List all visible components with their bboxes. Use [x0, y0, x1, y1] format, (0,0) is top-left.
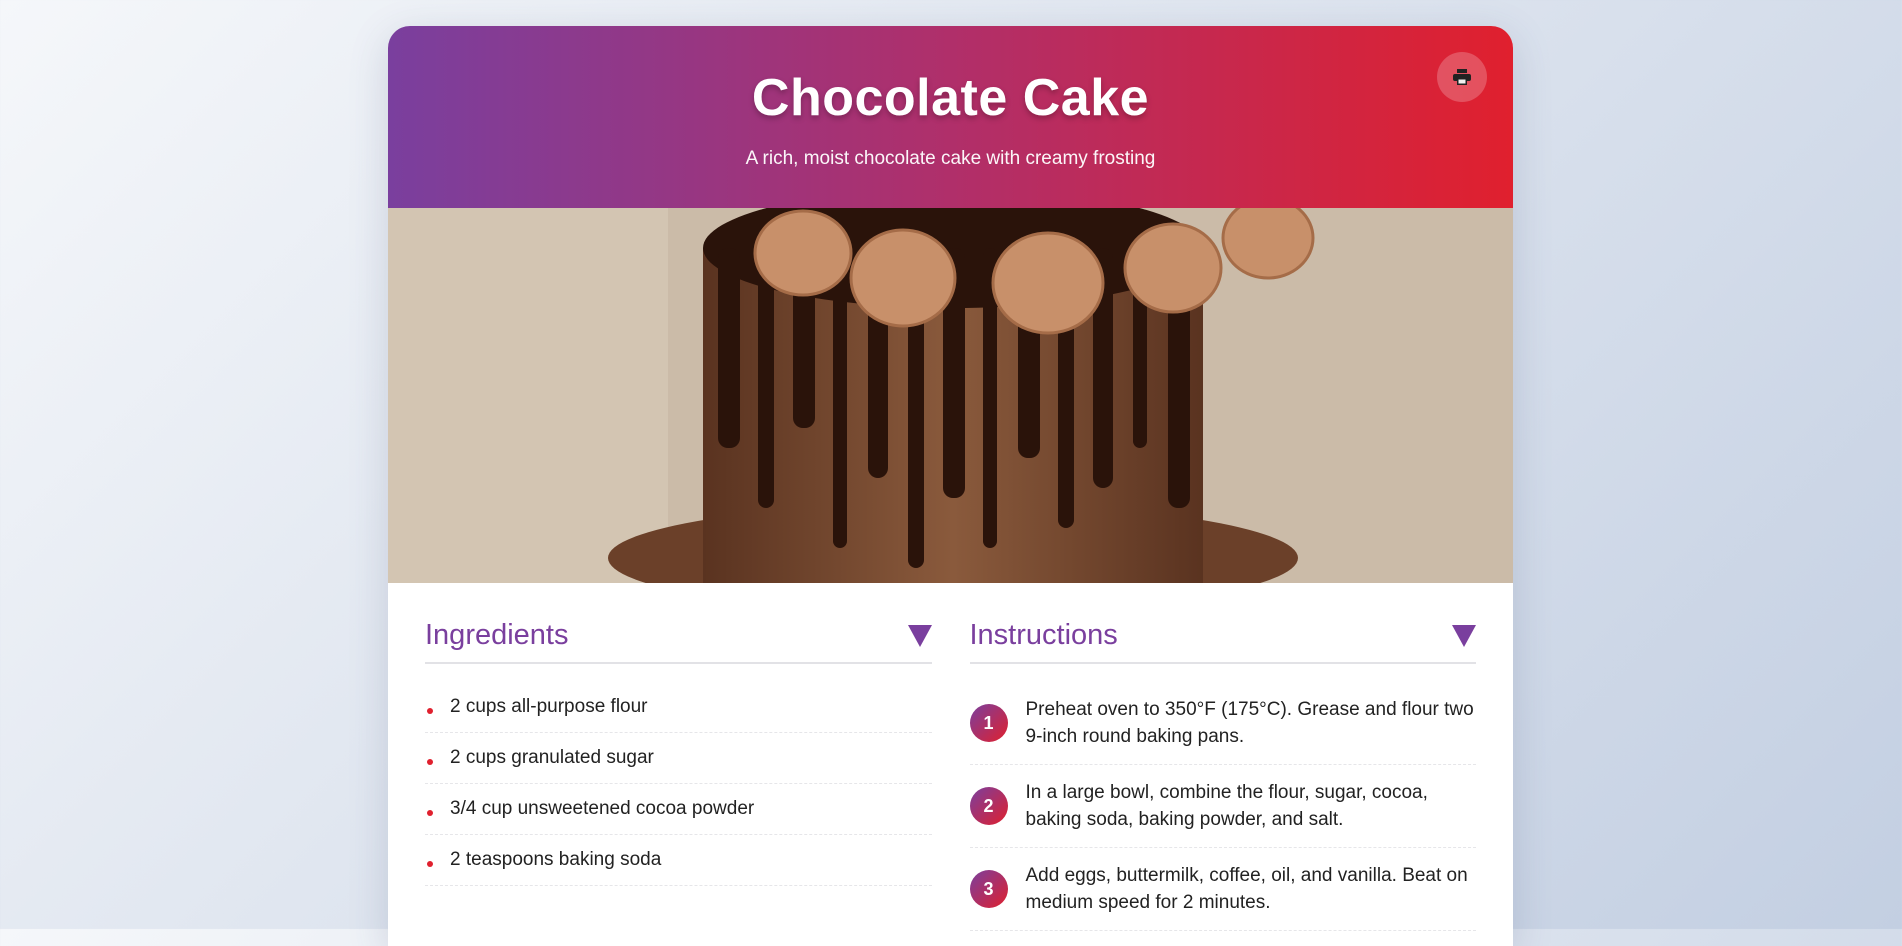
ingredient-list: 2 cups all-purpose flour 2 cups granulat… — [425, 682, 932, 886]
instructions-section: Instructions 1 Preheat oven to 350°F (17… — [969, 619, 1476, 931]
step-number: 2 — [969, 787, 1008, 825]
ingredients-header[interactable]: Ingredients — [425, 619, 932, 664]
instruction-step: 1 Preheat oven to 350°F (175°C). Grease … — [969, 682, 1476, 765]
instructions-heading: Instructions — [969, 619, 1118, 651]
printer-icon — [1453, 69, 1471, 85]
step-text: Preheat oven to 350°F (175°C). Grease an… — [1025, 699, 1474, 747]
instructions-header[interactable]: Instructions — [969, 619, 1476, 664]
triangle-down-icon[interactable] — [907, 624, 932, 647]
instruction-list: 1 Preheat oven to 350°F (175°C). Grease … — [969, 682, 1476, 931]
recipe-title: Chocolate Cake — [751, 69, 1150, 127]
recipe-header: Chocolate Cake A rich, moist chocolate c… — [388, 26, 1513, 208]
step-text: Add eggs, buttermilk, coffee, oil, and v… — [1025, 865, 1468, 913]
ingredients-section: Ingredients 2 cups all-purpose flour 2 c… — [425, 619, 932, 931]
step-number: 1 — [969, 704, 1008, 742]
ingredients-heading: Ingredients — [425, 619, 569, 651]
recipe-subtitle: A rich, moist chocolate cake with creamy… — [745, 148, 1156, 169]
instruction-step: 3 Add eggs, buttermilk, coffee, oil, and… — [969, 848, 1476, 931]
step-number: 3 — [969, 870, 1008, 908]
ingredient-item: 3/4 cup unsweetened cocoa powder — [425, 784, 932, 835]
cake-illustration — [388, 208, 1513, 583]
ingredient-item: 2 cups all-purpose flour — [425, 682, 932, 733]
cake-photo — [388, 208, 1513, 583]
print-button[interactable] — [1437, 52, 1487, 102]
recipe-content: Ingredients 2 cups all-purpose flour 2 c… — [388, 583, 1513, 931]
ingredient-item: 2 cups granulated sugar — [425, 733, 932, 784]
triangle-down-icon[interactable] — [1452, 624, 1476, 647]
step-text: In a large bowl, combine the flour, suga… — [1025, 782, 1428, 830]
recipe-card: Chocolate Cake A rich, moist chocolate c… — [388, 26, 1513, 946]
ingredient-item: 2 teaspoons baking soda — [425, 835, 932, 886]
instruction-step: 2 In a large bowl, combine the flour, su… — [969, 765, 1476, 848]
